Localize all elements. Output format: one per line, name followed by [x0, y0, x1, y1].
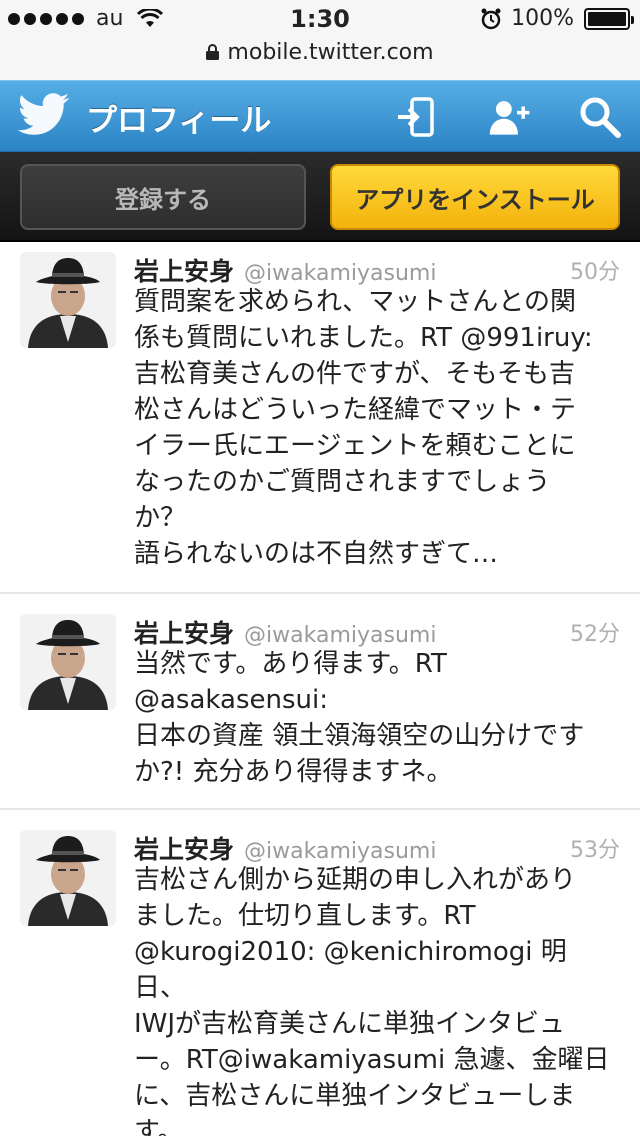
search-icon	[580, 97, 621, 138]
tweet-item[interactable]: 岩上安身 @iwakamiyasumi 50分 質問案を求められ、マットさんとの関…	[0, 242, 640, 594]
tweet-text: 質問案を求められ、マットさんとの関 係も質問にいれました。RT @991iruy…	[134, 287, 593, 569]
avatar[interactable]	[20, 252, 116, 348]
url-bar[interactable]: mobile.twitter.com	[0, 40, 640, 80]
avatar[interactable]	[20, 830, 116, 926]
install-app-button[interactable]: アプリをインストール	[330, 164, 620, 230]
tweet-text: 吉松さん側から延期の申し入れがあり ました。仕切り直します。RT @kurogi…	[134, 865, 610, 1136]
tweet-author-handle[interactable]: @iwakamiyasumi	[244, 839, 436, 864]
search-button[interactable]	[578, 95, 622, 139]
tweet-timeline: 岩上安身 @iwakamiyasumi 50分 質問案を求められ、マットさんとの関…	[0, 242, 640, 1136]
status-bar: au 1:30 100%	[0, 0, 640, 40]
add-user-button[interactable]	[488, 95, 532, 139]
login-icon	[398, 97, 434, 137]
avatar[interactable]	[20, 614, 116, 710]
register-button[interactable]: 登録する	[20, 164, 306, 230]
tweet-item[interactable]: 岩上安身 @iwakamiyasumi 52分 当然です。あり得ます。RT @as…	[0, 594, 640, 810]
alarm-icon	[481, 8, 501, 29]
tweet-author-name[interactable]: 岩上安身	[134, 257, 234, 286]
tweet-item[interactable]: 岩上安身 @iwakamiyasumi 53分 吉松さん側から延期の申し入れがあり…	[0, 810, 640, 1136]
url-text: mobile.twitter.com	[227, 40, 434, 65]
tweet-author-name[interactable]: 岩上安身	[134, 835, 234, 864]
tweet-author-name[interactable]: 岩上安身	[134, 619, 234, 648]
tweet-text: 当然です。あり得ます。RT @asakasensui: 日本の資産 領土領海領空…	[134, 649, 585, 787]
tweet-timestamp[interactable]: 52分	[570, 616, 620, 648]
battery-icon	[584, 7, 634, 30]
tweet-timestamp[interactable]: 53分	[570, 832, 620, 864]
add-user-icon	[489, 101, 530, 135]
tweet-author-handle[interactable]: @iwakamiyasumi	[244, 261, 436, 286]
tweet-author-handle[interactable]: @iwakamiyasumi	[244, 623, 436, 648]
app-header: プロフィール	[0, 80, 640, 152]
lock-icon	[206, 44, 220, 60]
twitter-bird-icon[interactable]	[18, 93, 70, 137]
tweet-timestamp[interactable]: 50分	[570, 254, 620, 286]
battery-percent: 100%	[511, 6, 574, 31]
login-button[interactable]	[394, 95, 438, 139]
page-title: プロフィール	[86, 103, 272, 139]
signup-bar: 登録する アプリをインストール	[0, 152, 640, 242]
